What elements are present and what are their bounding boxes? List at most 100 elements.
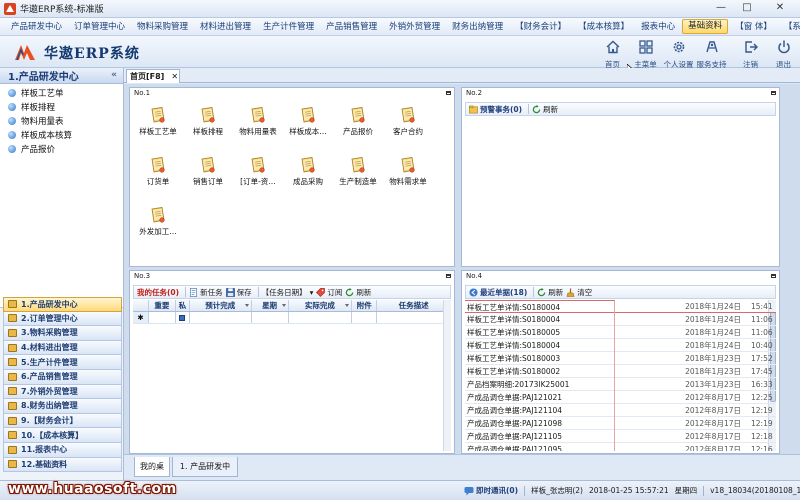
menu-item-6[interactable]: 外销外贸管理 (384, 19, 445, 35)
filter-icon[interactable] (345, 304, 350, 307)
tasks-column-header-4[interactable]: 星期 (252, 300, 289, 311)
maximize-panel-icon[interactable] (446, 91, 451, 95)
module-item-6[interactable]: 6.产品销售管理 (3, 369, 122, 385)
recent-doc-row[interactable]: 产品档案明细:20173IK25001 2013年1月23日 16:33 (465, 377, 776, 391)
toolbar-main-menu-button[interactable]: 主菜单 (629, 37, 662, 69)
tab-home[interactable]: 首页[F8] ✕ (126, 69, 180, 83)
tasks-new-row-cell[interactable] (176, 312, 190, 323)
toolbar-gear-button[interactable]: 个人设置 (662, 37, 695, 69)
maximize-panel-icon[interactable] (446, 274, 451, 278)
my-tasks-tab[interactable]: 我的任务(0) (137, 287, 179, 298)
tasks-new-row-cell[interactable] (252, 312, 289, 323)
alerts-tab[interactable]: 预警事务(0) (469, 104, 522, 115)
tasks-new-row-cell[interactable]: ✱ (133, 312, 149, 323)
subscribe-button[interactable]: 订阅 (316, 287, 342, 298)
tasks-new-row-cell[interactable] (149, 312, 176, 323)
tasks-column-header-6[interactable]: 附件 (352, 300, 378, 311)
module-item-5[interactable]: 5.生产计件管理 (3, 355, 122, 370)
module-item-9[interactable]: 9.【财务会计】 (3, 413, 122, 429)
clear-recent-button[interactable]: 清空 (566, 287, 592, 298)
recent-doc-row[interactable]: 产成品调仓单据:PAJ121105 2012年8月17日 12:18 (465, 429, 776, 443)
tree-item-4[interactable]: 产品报价 (0, 142, 123, 156)
save-task-button[interactable]: 保存 (225, 287, 252, 298)
shortcut-0[interactable]: 样板工艺单 (133, 106, 183, 137)
shortcut-11[interactable]: 物料需求单 (383, 156, 433, 187)
menu-item-5[interactable]: 产品销售管理 (321, 19, 382, 35)
tasks-new-row-cell[interactable] (377, 312, 451, 323)
menu-item-13[interactable]: 【系 统】 (779, 19, 800, 35)
recent-doc-row[interactable]: 样板工艺单详情:S0180005 2018年1月24日 11:06 (465, 325, 776, 339)
tree-item-1[interactable]: 样板排程 (0, 100, 123, 114)
tree-item-2[interactable]: 物料用量表 (0, 114, 123, 128)
close-window-button[interactable]: ✕ (760, 0, 800, 17)
recent-doc-row[interactable]: 产成品调仓单据:PAJ121095 2012年8月17日 12:16 (465, 442, 776, 451)
shortcut-10[interactable]: 生产制造单 (333, 156, 383, 187)
tab-product-rd-center[interactable]: 1. 产品研发中心 (172, 457, 238, 491)
task-date-filter[interactable]: 【任务日期】 ▾ (262, 287, 314, 298)
recent-doc-row[interactable]: 样板工艺单详情:S0180002 2018年1月23日 17:45 (465, 364, 776, 378)
module-item-7[interactable]: 7.外销外贸管理 (3, 384, 122, 400)
module-item-12[interactable]: 12.基础资料 (3, 457, 122, 473)
tasks-column-header-2[interactable]: 私 (176, 300, 190, 311)
shortcut-5[interactable]: 客户合约 (383, 106, 433, 137)
menu-item-9[interactable]: 【成本核算】 (573, 19, 634, 35)
tree-item-0[interactable]: 样板工艺单 (0, 86, 123, 100)
shortcut-3[interactable]: 样板成本… (283, 106, 333, 137)
shortcut-9[interactable]: 成品采购 (283, 156, 333, 187)
maximize-button[interactable]: □ (734, 0, 760, 17)
shortcut-4[interactable]: 产品报价 (333, 106, 383, 137)
tasks-new-row-cell[interactable] (289, 312, 353, 323)
collapse-sidebar-icon[interactable]: « (111, 70, 117, 80)
tasks-column-header-3[interactable]: 预计完成 (190, 300, 252, 311)
tasks-refresh-button[interactable]: 刷新 (345, 287, 371, 298)
minimize-button[interactable]: — (708, 0, 734, 17)
recent-docs-tab[interactable]: 最近单据(18) (469, 287, 527, 298)
tasks-scrollbar[interactable] (443, 300, 451, 451)
module-item-1[interactable]: 1.产品研发中心 (3, 297, 122, 312)
tasks-column-header-7[interactable]: 任务描述 (377, 300, 451, 311)
toolbar-power-button[interactable]: 退出 (767, 37, 800, 69)
tasks-new-row-cell[interactable] (352, 312, 378, 323)
recent-refresh-button[interactable]: 刷新 (537, 287, 563, 298)
shortcut-7[interactable]: 销售订单 (183, 156, 233, 187)
tasks-new-row[interactable]: ✱ (133, 312, 451, 324)
shortcut-6[interactable]: 订货单 (133, 156, 183, 187)
menu-item-3[interactable]: 材料进出管理 (195, 19, 256, 35)
shortcut-1[interactable]: 样板排程 (183, 106, 233, 137)
recent-doc-row[interactable]: 样板工艺单详情:S0180003 2018年1月23日 17:52 (465, 351, 776, 365)
module-item-11[interactable]: 11.报表中心 (3, 442, 122, 458)
filter-icon[interactable] (244, 304, 249, 307)
module-item-2[interactable]: 2.订单管理中心 (3, 311, 122, 327)
shortcut-2[interactable]: 物料用量表 (233, 106, 283, 137)
toolbar-home-button[interactable]: 首页 (596, 37, 629, 69)
tab-my-desktop[interactable]: 我的桌面 (134, 457, 170, 491)
menu-item-12[interactable]: 【窗 体】 (730, 19, 777, 35)
shortcut-12[interactable]: 外发加工… (133, 206, 183, 237)
recent-doc-row[interactable]: 产成品调仓单据:PAJ121104 2012年8月17日 12:19 (465, 403, 776, 417)
recent-doc-row[interactable]: 产成品调仓单据:PAJ121021 2012年8月17日 12:25 (465, 390, 776, 404)
tree-item-3[interactable]: 样板成本核算 (0, 128, 123, 142)
toolbar-logout-button[interactable]: 注销 (734, 37, 767, 69)
menu-item-11[interactable]: 基础资料 (682, 19, 729, 34)
recent-doc-row[interactable]: 样板工艺单详情:S0180004 2018年1月24日 10:40 (465, 338, 776, 352)
menu-item-7[interactable]: 财务出纳管理 (447, 19, 508, 35)
module-item-3[interactable]: 3.物料采购管理 (3, 326, 122, 341)
tab-close-icon[interactable]: ✕ (171, 72, 178, 81)
tasks-column-header-0[interactable] (133, 300, 149, 311)
tasks-column-header-1[interactable]: 重要 (149, 300, 176, 311)
alerts-refresh-button[interactable]: 刷新 (532, 104, 558, 115)
private-checkbox[interactable] (179, 315, 186, 321)
recent-doc-row[interactable]: 产成品调仓单据:PAJ121098 2012年8月17日 12:19 (465, 416, 776, 430)
new-task-button[interactable]: 新任务 (189, 287, 223, 298)
instant-messaging-link[interactable]: 即时通讯(0) (476, 485, 518, 496)
menu-item-8[interactable]: 【财务会计】 (510, 19, 571, 35)
menu-item-1[interactable]: 订单管理中心 (69, 19, 130, 35)
tasks-new-row-cell[interactable] (190, 312, 252, 323)
filter-icon[interactable] (281, 304, 286, 307)
maximize-panel-icon[interactable] (771, 91, 776, 95)
module-item-4[interactable]: 4.材料进出管理 (3, 340, 122, 356)
maximize-panel-icon[interactable] (771, 274, 776, 278)
menu-item-0[interactable]: 产品研发中心 (6, 19, 67, 35)
menu-item-4[interactable]: 生产计件管理 (258, 19, 319, 35)
module-item-8[interactable]: 8.财务出纳管理 (3, 399, 122, 414)
